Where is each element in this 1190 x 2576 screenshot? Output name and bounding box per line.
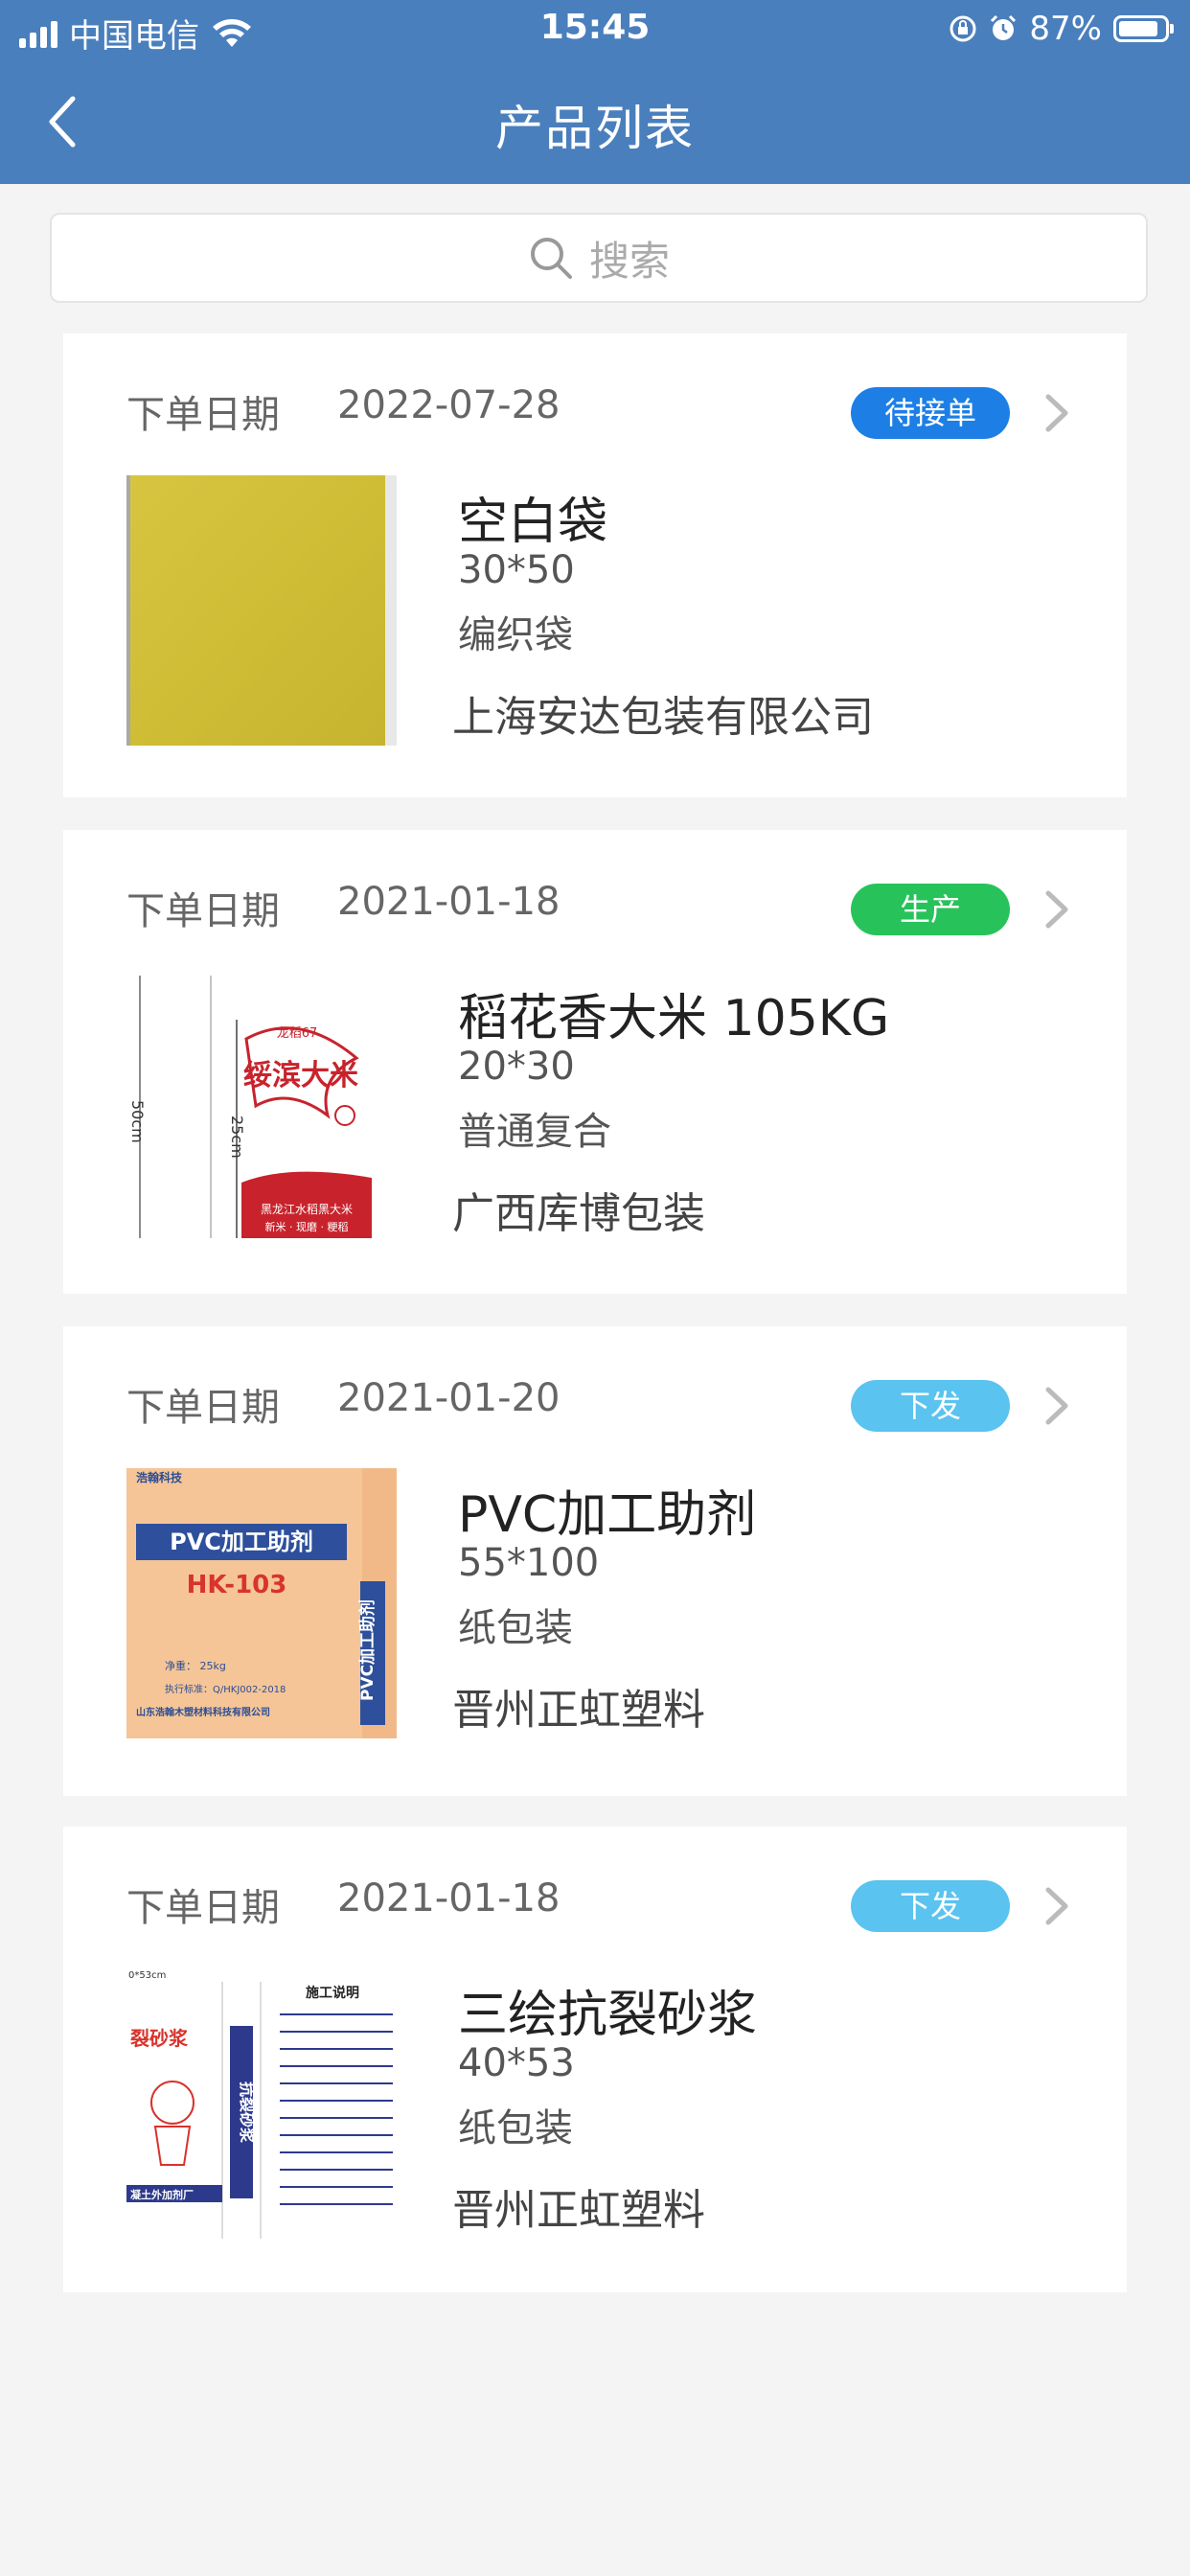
page-title: 产品列表 xyxy=(495,101,695,156)
product-name: 稻花香大米 105KG xyxy=(458,990,890,1047)
thumb-dim: 0*53cm xyxy=(128,1970,166,1981)
thumb-model: HK-103 xyxy=(187,1571,287,1599)
order-card[interactable]: 下单日期 2022-07-28 待接单 空白袋 30*50 编织袋 上海安达包装… xyxy=(63,334,1127,797)
order-date: 2021-01-20 xyxy=(337,1376,561,1420)
status-badge: 生产 xyxy=(851,884,1010,935)
product-size: 30*50 xyxy=(458,548,575,592)
search-input[interactable]: 搜索 xyxy=(50,213,1148,303)
alarm-icon xyxy=(991,14,1017,40)
order-date: 2021-01-18 xyxy=(337,1876,561,1920)
search-placeholder: 搜索 xyxy=(588,237,670,285)
status-right: 87% xyxy=(949,10,1174,48)
chevron-right-icon[interactable] xyxy=(1041,391,1073,435)
thumb-maker: 山东浩翰木塑材料科技有限公司 xyxy=(136,1706,270,1718)
thumb-title: PVC加工助剂 xyxy=(170,1529,313,1555)
order-date: 2022-07-28 xyxy=(337,383,561,427)
order-date: 2021-01-18 xyxy=(337,880,561,924)
nav-bar: 产品列表 xyxy=(0,61,1190,184)
product-size: 40*53 xyxy=(458,2041,575,2085)
dim-outer: 50cm xyxy=(128,1100,147,1143)
order-date-label: 下单日期 xyxy=(126,1386,280,1430)
chevron-right-icon[interactable] xyxy=(1041,1384,1073,1428)
status-bar: 中国电信 15:45 87% xyxy=(0,0,1190,61)
product-type: 纸包装 xyxy=(458,2106,573,2150)
status-badge: 待接单 xyxy=(851,387,1010,439)
order-card[interactable]: 下单日期 2021-01-20 下发 浩翰科技 PVC加工助剂 HK-103 净… xyxy=(63,1326,1127,1796)
brand-top: 龙稻67 xyxy=(277,1026,318,1041)
product-name: PVC加工助剂 xyxy=(458,1486,757,1544)
thumb-standard: 执行标准：Q/HKJ002-2018 xyxy=(165,1683,286,1695)
dim-inner: 25cm xyxy=(228,1116,246,1159)
company-name: 上海安达包装有限公司 xyxy=(452,693,874,742)
chevron-right-icon[interactable] xyxy=(1041,1884,1073,1928)
status-badge: 下发 xyxy=(851,1380,1010,1432)
product-size: 20*30 xyxy=(458,1045,575,1089)
product-image: 50cm 25cm 龙稻67 绥滨大米 黑龙江水稻黑大米 新米 · 现磨 · 粳… xyxy=(126,972,397,1242)
company-name: 晋州正虹塑料 xyxy=(452,2186,705,2235)
order-date-label: 下单日期 xyxy=(126,889,280,933)
order-card[interactable]: 下单日期 2021-01-18 下发 0*53cm 裂砂浆 凝土外加剂厂 抗裂砂… xyxy=(63,1827,1127,2292)
brand-text: 绥滨大米 xyxy=(243,1059,358,1092)
thumb-weight: 净重： 25kg xyxy=(165,1659,226,1672)
order-card[interactable]: 下单日期 2021-01-18 生产 50cm 25cm 龙稻67 绥滨大米 黑… xyxy=(63,830,1127,1294)
status-badge: 下发 xyxy=(851,1880,1010,1932)
thumb-heading: 施工说明 xyxy=(306,1985,359,2001)
product-name: 三绘抗裂砂浆 xyxy=(458,1987,758,2044)
thumb-left: 裂砂浆 xyxy=(130,2027,189,2050)
search-icon xyxy=(530,238,572,279)
footer-text: 黑龙江水稻黑大米 xyxy=(261,1203,353,1216)
company-name: 晋州正虹塑料 xyxy=(452,1686,705,1735)
product-name: 空白袋 xyxy=(458,494,608,551)
product-image: 0*53cm 裂砂浆 凝土外加剂厂 抗裂砂浆 施工说明 xyxy=(126,1968,397,2239)
footer-text-2: 新米 · 现磨 · 粳稻 xyxy=(265,1220,349,1233)
product-size: 55*100 xyxy=(458,1541,600,1585)
battery-fill xyxy=(1119,21,1157,36)
product-type: 编织袋 xyxy=(458,613,573,657)
thumb-brand: 浩翰科技 xyxy=(136,1470,183,1484)
product-image: 浩翰科技 PVC加工助剂 HK-103 净重： 25kg 执行标准：Q/HKJ0… xyxy=(126,1468,397,1738)
product-type: 纸包装 xyxy=(458,1606,573,1650)
thumb-vertical: 抗裂砂浆 xyxy=(238,2082,256,2144)
thumb-bottom: 凝土外加剂厂 xyxy=(130,2188,194,2201)
battery-percent: 87% xyxy=(1029,10,1102,48)
company-name: 广西库博包装 xyxy=(452,1189,705,1238)
chevron-right-icon[interactable] xyxy=(1041,887,1073,932)
app-header: 中国电信 15:45 87% 产品列表 xyxy=(0,0,1190,184)
thumb-side: PVC加工助剂 xyxy=(357,1599,378,1701)
orientation-lock-icon xyxy=(950,15,976,42)
product-type: 普通复合 xyxy=(458,1110,611,1154)
order-date-label: 下单日期 xyxy=(126,1886,280,1930)
battery-icon xyxy=(1113,15,1174,42)
order-date-label: 下单日期 xyxy=(126,393,280,437)
product-image xyxy=(126,475,397,746)
